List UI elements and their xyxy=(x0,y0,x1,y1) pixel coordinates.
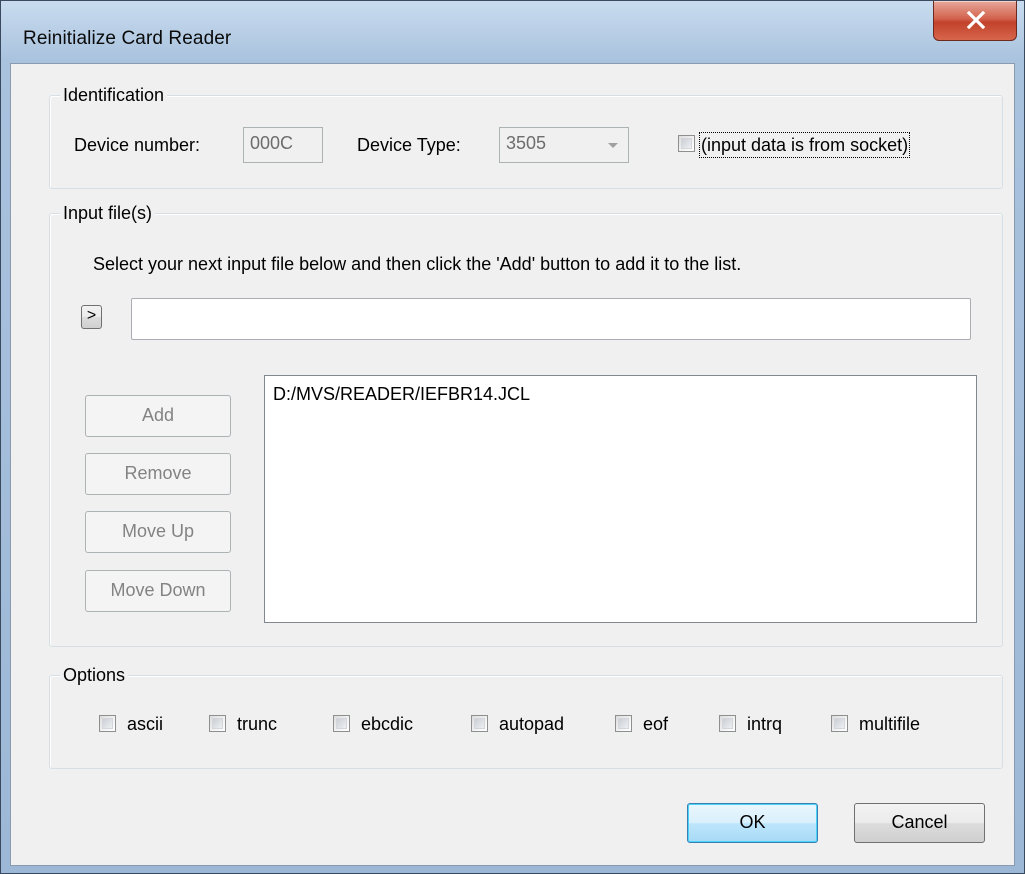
ascii-checkbox[interactable] xyxy=(99,715,116,732)
browse-button-label: > xyxy=(86,307,97,324)
autopad-label: autopad xyxy=(499,714,565,734)
device-type-select[interactable]: 3505 xyxy=(499,127,629,163)
move-down-button[interactable]: Move Down xyxy=(85,570,231,612)
socket-checkbox[interactable] xyxy=(678,135,695,152)
multifile-checkbox[interactable] xyxy=(831,715,848,732)
dialog-window: Reinitialize Card Reader Identification … xyxy=(0,0,1025,874)
add-button[interactable]: Add xyxy=(85,395,231,437)
dialog-client-area: Identification Device number: 000C Devic… xyxy=(10,63,1015,866)
socket-checkbox-label[interactable]: (input data is from socket) xyxy=(698,132,911,158)
instructions-text: Select your next input file below and th… xyxy=(93,254,742,274)
cancel-button[interactable]: Cancel xyxy=(854,803,985,843)
close-icon xyxy=(966,11,986,29)
ebcdic-checkbox[interactable] xyxy=(333,715,350,732)
window-title: Reinitialize Card Reader xyxy=(23,28,232,49)
options-group-label: Options xyxy=(60,664,129,686)
list-item[interactable]: D:/MVS/READER/IEFBR14.JCL xyxy=(273,383,530,405)
device-type-value: 3505 xyxy=(506,133,547,153)
file-path-input[interactable] xyxy=(131,298,971,340)
multifile-label: multifile xyxy=(859,714,921,734)
device-type-label: Device Type: xyxy=(357,135,461,155)
identification-group-label: Identification xyxy=(60,84,168,106)
input-files-group-label: Input file(s) xyxy=(60,202,156,224)
close-button[interactable] xyxy=(933,1,1017,41)
device-number-field[interactable]: 000C xyxy=(243,127,323,163)
intrq-label: intrq xyxy=(747,714,783,734)
intrq-checkbox[interactable] xyxy=(719,715,736,732)
trunc-label: trunc xyxy=(237,714,278,734)
ascii-label: ascii xyxy=(127,714,164,734)
ok-button[interactable]: OK xyxy=(687,803,818,843)
chevron-down-icon xyxy=(608,143,618,148)
file-list[interactable]: D:/MVS/READER/IEFBR14.JCL xyxy=(264,375,977,623)
trunc-checkbox[interactable] xyxy=(209,715,226,732)
ebcdic-label: ebcdic xyxy=(361,714,414,734)
autopad-checkbox[interactable] xyxy=(471,715,488,732)
browse-button[interactable]: > xyxy=(81,305,102,329)
title-bar[interactable]: Reinitialize Card Reader xyxy=(1,1,1024,63)
eof-label: eof xyxy=(643,714,669,734)
eof-checkbox[interactable] xyxy=(615,715,632,732)
move-up-button[interactable]: Move Up xyxy=(85,511,231,553)
remove-button[interactable]: Remove xyxy=(85,453,231,495)
device-number-label: Device number: xyxy=(74,135,201,155)
